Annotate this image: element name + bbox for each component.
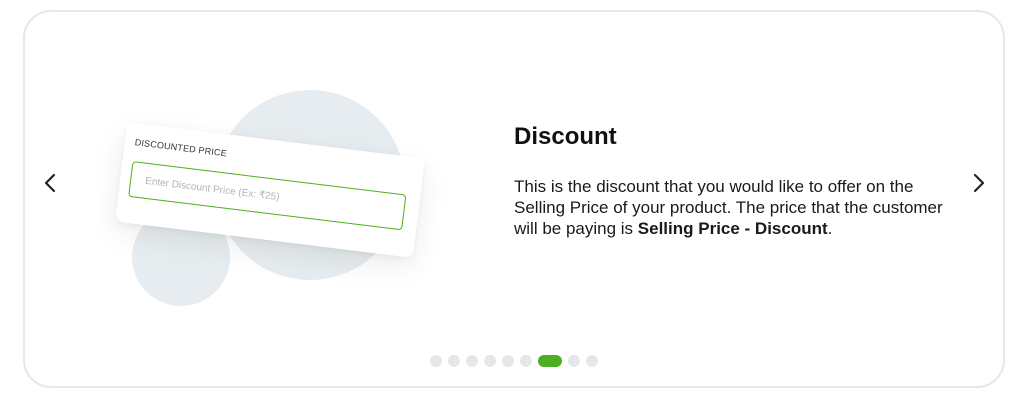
pagination-dot[interactable] <box>430 355 442 367</box>
slide-content: Discount This is the discount that you w… <box>514 122 954 239</box>
pagination-dot[interactable] <box>520 355 532 367</box>
slide-illustration: DISCOUNTED PRICE Enter Discount Price (E… <box>90 70 450 320</box>
preview-input-placeholder: Enter Discount Price (Ex: ₹25) <box>144 175 281 203</box>
slide-title: Discount <box>514 123 617 150</box>
pagination-dot-active[interactable] <box>538 355 562 367</box>
pagination-dot[interactable] <box>568 355 580 367</box>
pagination-dot[interactable] <box>502 355 514 367</box>
pagination-dot[interactable] <box>448 355 460 367</box>
chevron-right-icon <box>973 173 985 193</box>
pagination-dot[interactable] <box>484 355 496 367</box>
slide-description: This is the discount that you would like… <box>514 176 954 239</box>
pagination-dot[interactable] <box>586 355 598 367</box>
pagination-dots <box>430 355 598 367</box>
next-slide-button[interactable] <box>969 168 989 198</box>
preview-field-label: DISCOUNTED PRICE <box>134 137 228 159</box>
preview-discount-input: Enter Discount Price (Ex: ₹25) <box>128 161 407 231</box>
pagination-dot[interactable] <box>466 355 478 367</box>
description-emphasis: Selling Price - Discount <box>637 219 828 238</box>
previous-slide-button[interactable] <box>40 168 60 198</box>
chevron-left-icon <box>44 173 56 193</box>
description-period: . <box>827 219 833 238</box>
